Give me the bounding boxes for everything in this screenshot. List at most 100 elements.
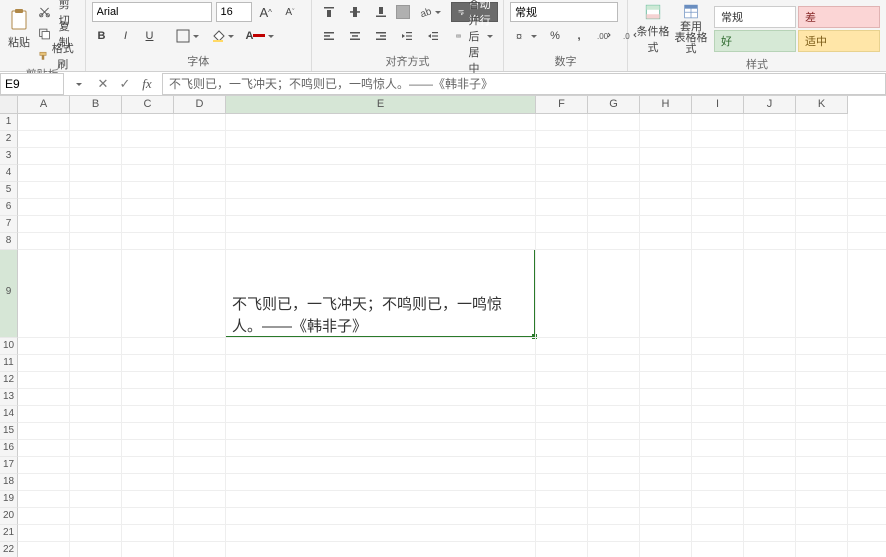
scissors-icon xyxy=(38,5,51,19)
style-good-label: 好 xyxy=(721,33,732,49)
col-header-H[interactable]: H xyxy=(640,96,692,114)
row-header-3[interactable]: 3 xyxy=(0,148,18,165)
style-good[interactable]: 好 xyxy=(714,30,796,52)
cells[interactable]: 不飞则已，一飞冲天；不鸣则已，一鸣惊人。——《韩非子》 xyxy=(18,114,886,557)
align-left-button[interactable] xyxy=(318,26,340,46)
row-header-2[interactable]: 2 xyxy=(0,131,18,148)
bucket-icon xyxy=(211,29,225,43)
align-middle-button[interactable] xyxy=(344,2,366,22)
italic-button[interactable]: I xyxy=(116,26,136,46)
percent-button[interactable]: % xyxy=(545,26,565,46)
svg-text:¤: ¤ xyxy=(516,31,522,43)
paste-label: 粘贴 xyxy=(8,34,30,50)
border-icon xyxy=(176,29,190,43)
style-bad[interactable]: 差 xyxy=(798,6,880,28)
merge-center-button[interactable]: 合并后居中 xyxy=(451,26,498,46)
row-header-17[interactable]: 17 xyxy=(0,457,18,474)
row-header-13[interactable]: 13 xyxy=(0,389,18,406)
increase-decimal-button[interactable]: .00 xyxy=(593,26,615,46)
align-center-button[interactable] xyxy=(344,26,366,46)
row-header-7[interactable]: 7 xyxy=(0,216,18,233)
formula-input[interactable] xyxy=(162,73,886,95)
col-header-C[interactable]: C xyxy=(122,96,174,114)
paste-icon xyxy=(7,8,31,32)
check-icon: ✓ xyxy=(120,76,131,92)
row-header-10[interactable]: 10 xyxy=(0,338,18,355)
number-format-select[interactable] xyxy=(510,2,618,22)
bold-button[interactable]: B xyxy=(92,26,112,46)
accept-fx-button[interactable]: ✓ xyxy=(114,73,136,95)
decrease-font-button[interactable]: Aˇ xyxy=(280,2,300,22)
col-header-B[interactable]: B xyxy=(70,96,122,114)
style-normal[interactable]: 常规 xyxy=(714,6,796,28)
col-header-K[interactable]: K xyxy=(796,96,848,114)
row-header-22[interactable]: 22 xyxy=(0,542,18,557)
increase-font-button[interactable]: A^ xyxy=(256,2,276,22)
paste-button[interactable]: 粘贴 xyxy=(6,2,32,56)
style-medium[interactable]: 适中 xyxy=(798,30,880,52)
row-header-14[interactable]: 14 xyxy=(0,406,18,423)
border-button[interactable] xyxy=(172,26,203,46)
row-header-9[interactable]: 9 xyxy=(0,250,18,338)
orientation-button[interactable]: ab xyxy=(414,2,445,22)
fill-color-button[interactable] xyxy=(207,26,238,46)
row-header-19[interactable]: 19 xyxy=(0,491,18,508)
align-top-icon xyxy=(322,5,336,19)
name-box[interactable] xyxy=(0,73,64,95)
row-header-8[interactable]: 8 xyxy=(0,233,18,250)
sheet-area[interactable]: ABCDEFGHIJK 1234567891011121314151617181… xyxy=(0,96,886,557)
row-header-18[interactable]: 18 xyxy=(0,474,18,491)
brush-icon xyxy=(38,49,48,63)
decrease-indent-button[interactable] xyxy=(396,26,418,46)
font-color-button[interactable]: A xyxy=(242,26,279,46)
underline-button[interactable]: U xyxy=(140,26,160,46)
align-bottom-button[interactable] xyxy=(370,2,392,22)
table-format-button[interactable]: 套用 表格格式 xyxy=(672,2,710,56)
font-name-input[interactable] xyxy=(92,2,212,22)
merge-icon xyxy=(456,29,461,43)
cancel-fx-button[interactable]: ✕ xyxy=(92,73,114,95)
row-header-21[interactable]: 21 xyxy=(0,525,18,542)
align-middle-icon xyxy=(348,5,362,19)
row-header-5[interactable]: 5 xyxy=(0,182,18,199)
comma-button[interactable]: , xyxy=(569,26,589,46)
cond-format-icon xyxy=(641,3,665,21)
row-header-15[interactable]: 15 xyxy=(0,423,18,440)
col-header-G[interactable]: G xyxy=(588,96,640,114)
group-label-font: 字体 xyxy=(92,53,306,71)
fill-swatch xyxy=(396,5,410,19)
align-right-icon xyxy=(374,29,388,43)
group-number: ¤ % , .00 .0 数字 xyxy=(504,0,628,71)
font-size-input[interactable] xyxy=(216,2,252,22)
row-header-1[interactable]: 1 xyxy=(0,114,18,131)
fx-button[interactable]: fx xyxy=(136,73,158,95)
align-right-button[interactable] xyxy=(370,26,392,46)
style-normal-label: 常规 xyxy=(721,9,743,25)
col-header-J[interactable]: J xyxy=(744,96,796,114)
style-bad-label: 差 xyxy=(805,9,816,25)
col-header-F[interactable]: F xyxy=(536,96,588,114)
row-header-6[interactable]: 6 xyxy=(0,199,18,216)
table-icon xyxy=(679,3,703,20)
align-top-button[interactable] xyxy=(318,2,340,22)
formula-bar: ✕ ✓ fx xyxy=(0,72,886,96)
table-format-label: 套用 表格格式 xyxy=(673,22,709,55)
row-header-11[interactable]: 11 xyxy=(0,355,18,372)
indent-icon xyxy=(426,29,440,43)
increase-indent-button[interactable] xyxy=(422,26,444,46)
active-cell[interactable]: 不飞则已，一飞冲天；不鸣则已，一鸣惊人。——《韩非子》 xyxy=(225,249,535,337)
currency-button[interactable]: ¤ xyxy=(510,26,541,46)
row-header-16[interactable]: 16 xyxy=(0,440,18,457)
col-header-A[interactable]: A xyxy=(18,96,70,114)
format-painter-button[interactable]: 格式刷 xyxy=(34,46,79,66)
col-header-E[interactable]: E xyxy=(226,96,536,114)
select-all-corner[interactable] xyxy=(0,96,18,114)
row-header-20[interactable]: 20 xyxy=(0,508,18,525)
conditional-format-button[interactable]: 条件格式 xyxy=(634,2,672,56)
group-label-number: 数字 xyxy=(510,53,621,71)
col-header-D[interactable]: D xyxy=(174,96,226,114)
row-header-12[interactable]: 12 xyxy=(0,372,18,389)
name-box-dropdown[interactable] xyxy=(66,73,88,95)
row-header-4[interactable]: 4 xyxy=(0,165,18,182)
col-header-I[interactable]: I xyxy=(692,96,744,114)
